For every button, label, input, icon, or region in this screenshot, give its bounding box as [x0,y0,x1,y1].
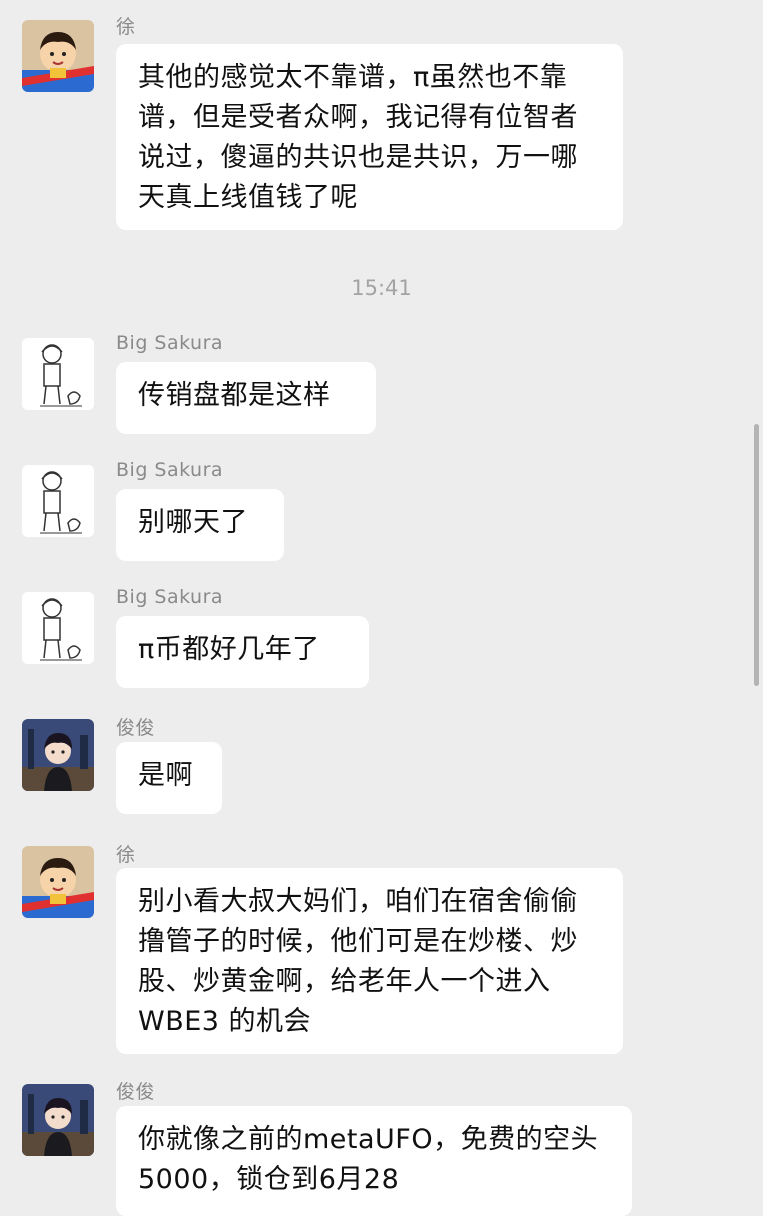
message-bubble[interactable]: 别哪天了 [116,489,284,561]
avatar-anime[interactable] [22,1084,94,1156]
sender-name: Big Sakura [116,332,224,354]
sender-name: 徐 [116,844,136,866]
message-bubble[interactable]: 其他的感觉太不靠谱，π虽然也不靠谱，但是受者众啊，我记得有位智者说过，傻逼的共识… [116,44,623,230]
time-divider: 15:41 [351,276,412,300]
message-bubble[interactable]: 是啊 [116,742,222,814]
sender-name: 徐 [116,16,136,38]
avatar-anime[interactable] [22,719,94,791]
avatar-sketch[interactable] [22,592,94,664]
avatar-cartoon-boy[interactable] [22,20,94,92]
sender-name: 俊俊 [116,1081,156,1103]
sender-name: Big Sakura [116,459,224,481]
message-bubble[interactable]: 别小看大叔大妈们，咱们在宿舍偷偷撸管子的时候，他们可是在炒楼、炒股、炒黄金啊，给… [116,868,623,1054]
chat-view: 徐 其他的感觉太不靠谱，π虽然也不靠谱，但是受者众啊，我记得有位智者说过，傻逼的… [0,0,763,1216]
avatar-sketch[interactable] [22,465,94,537]
sender-name: 俊俊 [116,717,156,739]
avatar-sketch[interactable] [22,338,94,410]
avatar-cartoon-boy[interactable] [22,846,94,918]
message-bubble[interactable]: π币都好几年了 [116,616,369,688]
scrollbar[interactable] [754,424,759,686]
message-bubble[interactable]: 传销盘都是这样 [116,362,376,434]
sender-name: Big Sakura [116,586,224,608]
